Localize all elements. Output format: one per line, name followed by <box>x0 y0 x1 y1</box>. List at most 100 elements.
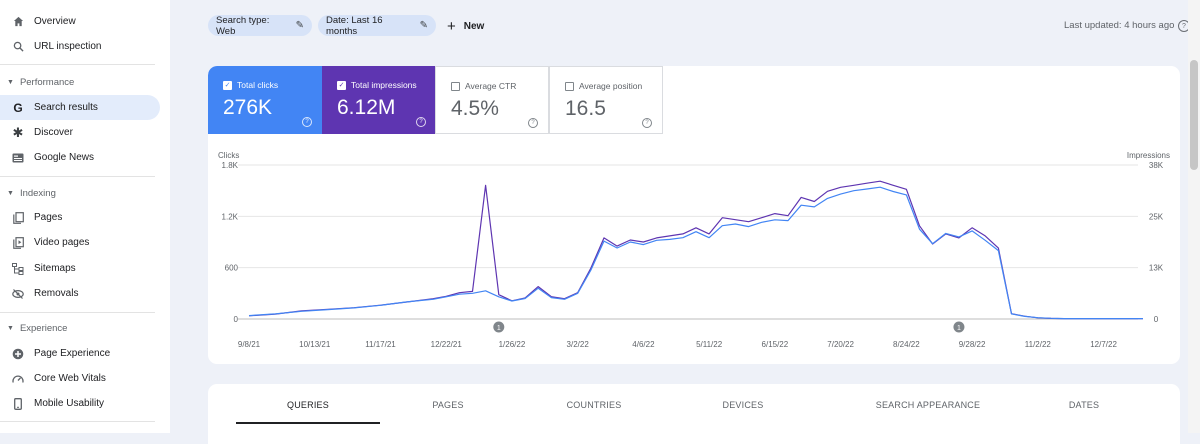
left-axis-ticks: 0 600 1.2K 1.8K <box>222 161 239 324</box>
x-axis-tick-label: 5/11/22 <box>696 340 723 349</box>
dimension-tabs-card: QUERIES PAGES COUNTRIES DEVICES SEARCH A… <box>208 384 1180 444</box>
x-axis-tick-label: 6/15/22 <box>762 340 789 349</box>
caret-down-icon: ▼ <box>7 190 14 197</box>
sidebar-item-label: Core Web Vitals <box>34 373 106 384</box>
series-line-total-impressions <box>248 180 1143 320</box>
divider <box>0 64 155 65</box>
mobile-icon <box>12 397 24 410</box>
last-updated-text: Last updated: 4 hours ago <box>1064 20 1175 31</box>
sidebar-item-label: Pages <box>34 212 63 223</box>
x-axis-tick-label: 8/24/22 <box>893 340 920 349</box>
performance-card: ✓ Total clicks 276K ? ✓ Total impressions … <box>208 66 1180 364</box>
right-axis-tick-label: 38K <box>1149 161 1164 170</box>
asterisk-icon: ✱ <box>12 124 24 140</box>
search-icon <box>12 41 24 53</box>
chart-gridlines <box>238 164 1138 320</box>
x-axis-tick-label: 9/8/21 <box>238 340 261 349</box>
x-axis-tick-label: 4/6/22 <box>632 340 655 349</box>
pencil-icon: ✎ <box>295 20 304 31</box>
sidebar-item-page-experience[interactable]: Page Experience <box>0 341 160 366</box>
sidebar-item-label: Overview <box>34 16 76 27</box>
sidebar-item-video-pages[interactable]: Video pages <box>0 230 160 255</box>
left-axis-tick-label: 600 <box>225 264 239 273</box>
x-axis-tick-label: 3/2/22 <box>567 340 590 349</box>
search-type-filter-chip[interactable]: Search type: Web ✎ <box>208 14 312 37</box>
chart-series <box>248 180 1143 320</box>
divider <box>0 176 155 177</box>
sitemap-icon <box>12 262 24 275</box>
left-axis-tick-label: 1.8K <box>222 161 239 170</box>
x-axis-tick-label: 11/2/22 <box>1025 340 1052 349</box>
active-tab-indicator <box>236 422 380 424</box>
sidebar-item-label: Page Experience <box>34 348 111 359</box>
sidebar-item-mobile-usability[interactable]: Mobile Usability <box>0 391 160 416</box>
caret-down-icon: ▼ <box>7 79 14 86</box>
sidebar-item-label: Removals <box>34 288 79 299</box>
sidebar-item-label: URL inspection <box>34 41 102 52</box>
news-icon <box>12 152 24 164</box>
section-title: Experience <box>19 323 68 334</box>
right-axis-tick-label: 0 <box>1154 315 1159 324</box>
sidebar-item-label: Video pages <box>34 237 90 248</box>
section-indexing[interactable]: ▼ Indexing <box>0 188 160 199</box>
x-axis-tick-label: 12/7/22 <box>1090 340 1117 349</box>
chip-label: Search type: Web <box>216 14 270 37</box>
date-filter-chip[interactable]: Date: Last 16 months ✎ <box>318 14 436 37</box>
sidebar-item-sitemaps[interactable]: Sitemaps <box>0 256 160 281</box>
sidebar-item-label: Search results <box>34 102 98 113</box>
sidebar-item-url-inspection[interactable]: URL inspection <box>0 34 160 59</box>
x-axis-tick-label: 1/26/22 <box>499 340 526 349</box>
x-axis-tick-label: 9/28/22 <box>959 340 986 349</box>
sidebar-item-label: Google News <box>34 152 95 163</box>
sidebar: Overview URL inspection ▼ Performance G … <box>0 0 170 433</box>
tab-queries[interactable]: QUERIES <box>268 400 348 410</box>
gauge-icon <box>12 373 24 385</box>
divider <box>0 312 155 313</box>
right-axis-tick-label: 13K <box>1149 264 1164 273</box>
section-title: Indexing <box>19 188 56 199</box>
home-icon <box>12 16 24 28</box>
new-label: New <box>463 20 485 32</box>
chart-annotations[interactable]: 11 <box>493 321 965 333</box>
sidebar-item-label: Sitemaps <box>34 263 76 274</box>
caret-down-icon: ▼ <box>7 325 14 332</box>
right-axis-tick-label: 25K <box>1149 212 1164 221</box>
section-experience[interactable]: ▼ Experience <box>0 323 160 334</box>
pages-icon <box>12 211 24 224</box>
sidebar-item-removals[interactable]: Removals <box>0 281 160 306</box>
sidebar-item-google-news[interactable]: Google News <box>0 145 160 170</box>
chip-label: Date: Last 16 months <box>326 14 383 37</box>
google-g-icon: G <box>13 100 23 115</box>
tab-search-appearance[interactable]: SEARCH APPEARANCE <box>848 400 1008 410</box>
page-experience-icon <box>12 348 24 360</box>
video-pages-icon <box>12 236 24 249</box>
divider <box>0 421 155 422</box>
tab-dates[interactable]: DATES <box>1044 400 1124 410</box>
sidebar-item-search-results[interactable]: G Search results <box>0 95 160 120</box>
left-axis-tick-label: 0 <box>234 315 239 324</box>
tab-devices[interactable]: DEVICES <box>703 400 783 410</box>
right-axis-label: Impressions <box>1127 151 1170 160</box>
scrollbar-thumb[interactable] <box>1190 60 1198 170</box>
tab-countries[interactable]: COUNTRIES <box>544 400 644 410</box>
x-axis-tick-label: 12/22/21 <box>431 340 463 349</box>
left-axis-label: Clicks <box>218 151 239 160</box>
sidebar-item-discover[interactable]: ✱ Discover <box>0 120 160 145</box>
left-axis-tick-label: 1.2K <box>222 212 239 221</box>
plus-icon: + <box>447 17 456 35</box>
section-title: Performance <box>19 77 75 88</box>
sidebar-item-overview[interactable]: Overview <box>0 9 160 34</box>
section-performance[interactable]: ▼ Performance <box>0 77 160 88</box>
tab-pages[interactable]: PAGES <box>408 400 488 410</box>
x-axis-tick-label: 7/20/22 <box>827 340 854 349</box>
sidebar-item-label: Mobile Usability <box>34 398 105 409</box>
x-axis-tick-label: 10/13/21 <box>299 340 331 349</box>
annotation-marker-label: 1 <box>497 325 501 332</box>
sidebar-item-core-web-vitals[interactable]: Core Web Vitals <box>0 366 160 391</box>
sidebar-item-pages[interactable]: Pages <box>0 205 160 230</box>
new-filter-button[interactable]: + New <box>447 16 484 36</box>
pencil-icon: ✎ <box>419 20 428 31</box>
performance-chart[interactable]: Clicks Impressions 0 600 1.2K 1.8K 0 13K 25K 3… <box>208 66 1180 364</box>
removals-icon <box>12 288 24 300</box>
annotation-marker-label: 1 <box>957 325 961 332</box>
